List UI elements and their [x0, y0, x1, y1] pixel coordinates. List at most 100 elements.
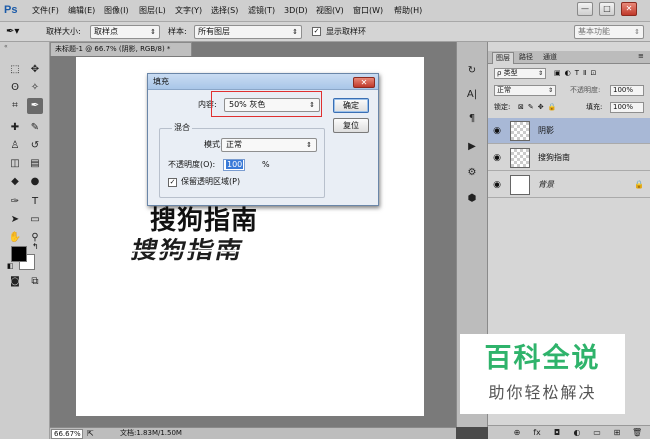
link-layers-icon[interactable]: ⊕: [512, 428, 522, 438]
chevron-updown-icon: ⇕: [634, 28, 640, 36]
eyedropper-tool-preset-icon[interactable]: ✒▾: [6, 25, 30, 39]
sample-size-select[interactable]: 取样点 ⇕: [90, 25, 160, 39]
opacity-input[interactable]: 100: [223, 159, 245, 171]
mode-select[interactable]: 正常 ⇕: [221, 138, 317, 152]
character-panel-icon[interactable]: A|: [463, 86, 481, 104]
move-tool-icon[interactable]: ✥: [27, 62, 43, 78]
sample-size-value: 取样点: [94, 27, 118, 36]
menu-3d[interactable]: 3D(D): [284, 5, 308, 17]
layer-row-shadow[interactable]: ◉ 阴影: [488, 118, 650, 144]
layer-name: 背景: [538, 180, 554, 189]
type-tool-icon[interactable]: T: [27, 194, 43, 210]
menu-select[interactable]: 选择(S): [211, 5, 238, 17]
close-button[interactable]: ✕: [621, 2, 637, 16]
eraser-tool-icon[interactable]: ◫: [7, 156, 23, 172]
quick-mask-icon[interactable]: ◙: [7, 274, 23, 290]
export-icon[interactable]: ⇱: [87, 428, 94, 439]
screen-mode-icon[interactable]: ⧉: [27, 274, 43, 290]
eye-icon[interactable]: ◉: [492, 126, 502, 136]
hand-tool-icon[interactable]: ✋: [7, 230, 23, 246]
layer-filter-select[interactable]: ρ 类型 ⇕: [494, 68, 546, 79]
menu-file[interactable]: 文件(F): [32, 5, 59, 17]
swap-colors-icon[interactable]: ↰: [32, 242, 39, 251]
status-bar: 66.67% ⇱ 文档:1.83M/1.50M: [50, 427, 456, 439]
menu-type[interactable]: 文字(Y): [175, 5, 202, 17]
chevron-updown-icon: ⇕: [537, 70, 543, 77]
menu-edit[interactable]: 编辑(E): [68, 5, 95, 17]
dialog-title: 填充: [148, 74, 378, 90]
tab-layers[interactable]: 图层: [492, 52, 514, 64]
mask-icon[interactable]: ◘: [552, 428, 562, 438]
tab-channels[interactable]: 通道: [540, 52, 560, 64]
layer-row-background[interactable]: ◉ 背景 🔒: [488, 172, 650, 198]
layer-row-text[interactable]: ◉ 搜狗指南: [488, 145, 650, 171]
menu-help[interactable]: 帮助(H): [394, 5, 422, 17]
fx-icon[interactable]: fx: [532, 428, 542, 438]
eye-icon[interactable]: ◉: [492, 180, 502, 190]
layer-opacity-value: 100%: [613, 86, 634, 94]
filter-type-icons[interactable]: ▣◐TⅡ⊡: [554, 68, 600, 79]
crop-tool-icon[interactable]: ⌗: [7, 98, 23, 114]
panel-menu-icon[interactable]: ≡: [638, 52, 644, 60]
lasso-tool-icon[interactable]: ʘ: [7, 80, 23, 96]
minimize-button[interactable]: —: [577, 2, 593, 16]
magic-wand-tool-icon[interactable]: ✧: [27, 80, 43, 96]
marquee-tool-icon[interactable]: ⬚: [7, 62, 23, 78]
default-colors-icon[interactable]: ◧: [7, 262, 14, 270]
adjustment-icon[interactable]: ◐: [572, 428, 582, 438]
workspace-select[interactable]: 基本功能 ⇕: [574, 25, 644, 39]
pen-tool-icon[interactable]: ✑: [7, 194, 23, 210]
paragraph-panel-icon[interactable]: ¶: [463, 110, 481, 128]
foreground-color-swatch[interactable]: [11, 246, 27, 262]
maximize-button[interactable]: □: [599, 2, 615, 16]
dialog-close-icon[interactable]: ✕: [353, 77, 375, 88]
zoom-level-field[interactable]: 66.67%: [51, 429, 83, 439]
preserve-transparency-label: 保留透明区域(P): [181, 177, 241, 186]
ok-button[interactable]: 确定: [333, 98, 369, 113]
lock-icons[interactable]: ⊠✎✥🔒: [518, 102, 560, 113]
dodge-tool-icon[interactable]: ●: [27, 174, 43, 190]
gradient-tool-icon[interactable]: ▤: [27, 156, 43, 172]
show-ring-checkbox[interactable]: ✓: [312, 27, 321, 36]
menu-filter[interactable]: 滤镜(T): [248, 5, 275, 17]
group-icon[interactable]: ▭: [592, 428, 602, 438]
3d-panel-icon[interactable]: ⬢: [463, 190, 481, 208]
sample-select[interactable]: 所有图层 ⇕: [194, 25, 302, 39]
menu-image[interactable]: 图像(I): [104, 5, 129, 17]
blend-mode-select[interactable]: 正常 ⇕: [494, 85, 556, 96]
mode-value: 正常: [226, 140, 242, 149]
rectangle-tool-icon[interactable]: ▭: [27, 212, 43, 228]
tab-paths[interactable]: 路径: [516, 52, 536, 64]
layer-fill-value: 100%: [613, 103, 634, 111]
panel-collapse-icon[interactable]: «: [4, 44, 44, 50]
watermark: 百科全说 助你轻松解决: [460, 334, 625, 414]
clone-stamp-tool-icon[interactable]: ♙: [7, 138, 23, 154]
eyedropper-tool-icon[interactable]: ✒: [27, 98, 43, 114]
path-selection-tool-icon[interactable]: ➤: [7, 212, 23, 228]
reset-button[interactable]: 复位: [333, 118, 369, 133]
new-layer-icon[interactable]: ⊞: [612, 428, 622, 438]
blur-tool-icon[interactable]: ◆: [7, 174, 23, 190]
history-brush-tool-icon[interactable]: ↺: [27, 138, 43, 154]
healing-brush-tool-icon[interactable]: ✚: [7, 120, 23, 136]
menu-bar: Ps 文件(F) 编辑(E) 图像(I) 图层(L) 文字(Y) 选择(S) 滤…: [0, 0, 650, 22]
layer-thumbnail: [510, 148, 530, 168]
brush-tool-icon[interactable]: ✎: [27, 120, 43, 136]
chevron-updown-icon: ⇕: [150, 28, 156, 36]
layer-thumbnail: [510, 121, 530, 141]
watermark-subtitle: 助你轻松解决: [488, 383, 597, 402]
properties-panel-icon[interactable]: ⚙: [463, 164, 481, 182]
actions-panel-icon[interactable]: ▶: [463, 138, 481, 156]
document-tab[interactable]: 未标题-1 @ 66.7% (阴影, RGB/8) *: [50, 42, 192, 56]
preserve-transparency-checkbox[interactable]: ✓: [168, 178, 177, 187]
eye-icon[interactable]: ◉: [492, 153, 502, 163]
menu-layer[interactable]: 图层(L): [139, 5, 166, 17]
tools-panel: « ⬚ ✥ ʘ ✧ ⌗ ✒ ✚ ✎ ♙ ↺ ◫ ▤ ◆ ● ✑ T ➤ ▭ ✋ …: [0, 42, 50, 439]
layer-fill-field[interactable]: 100%: [610, 102, 644, 113]
trash-icon[interactable]: 🗑: [632, 428, 642, 438]
menu-window[interactable]: 窗口(W): [353, 5, 383, 17]
layer-opacity-field[interactable]: 100%: [610, 85, 644, 96]
menu-view[interactable]: 视图(V): [316, 5, 344, 17]
history-panel-icon[interactable]: ↻: [463, 62, 481, 80]
options-bar: ✒▾ 取样大小: 取样点 ⇕ 样本: 所有图层 ⇕ ✓ 显示取样环 基本功能 ⇕: [0, 22, 650, 42]
